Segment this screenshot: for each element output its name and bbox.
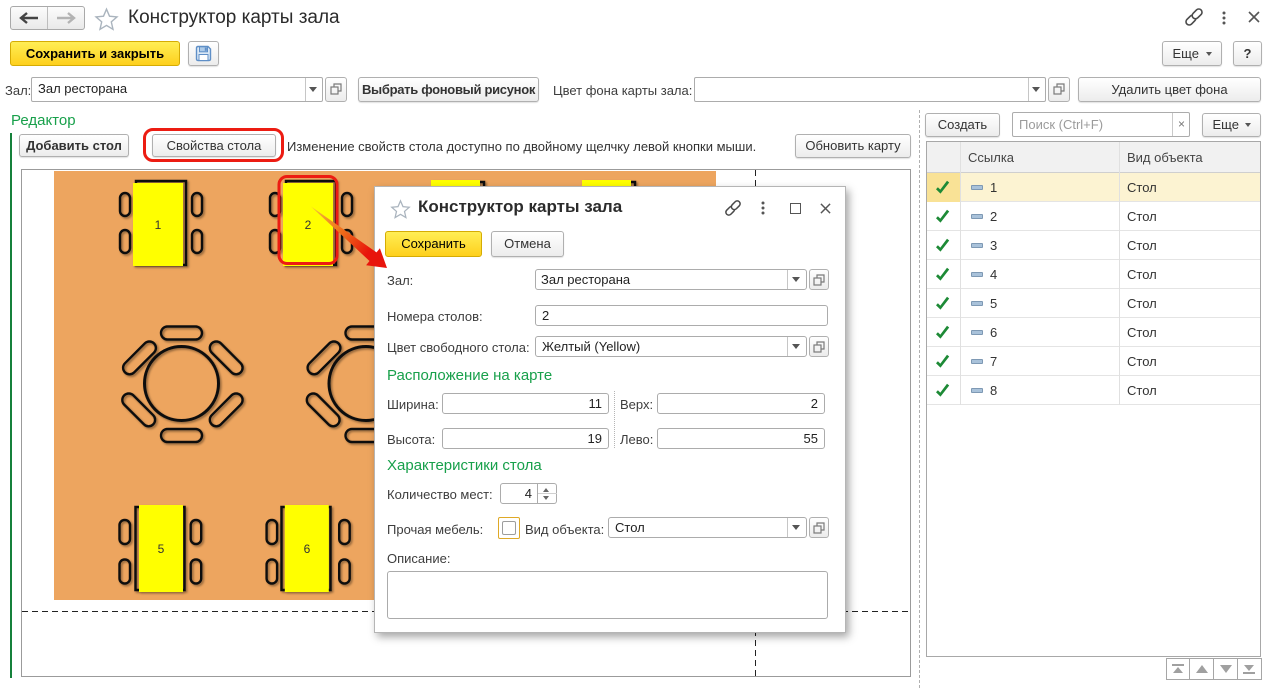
svg-text:1: 1	[155, 218, 162, 232]
svg-text:5: 5	[158, 542, 165, 556]
svg-text:6: 6	[304, 542, 311, 556]
